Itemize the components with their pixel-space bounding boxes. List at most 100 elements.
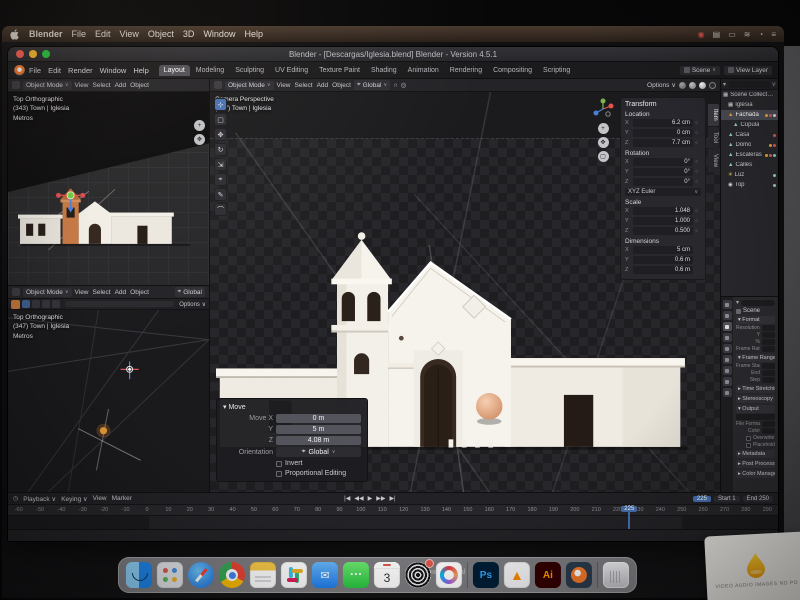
dock-icon-record[interactable]: [405, 562, 431, 588]
viewport-b-menu-object[interactable]: Object: [130, 289, 149, 296]
main-viewport[interactable]: Object Mode∨ ViewSelectAddObject ⌖Global…: [210, 79, 720, 492]
rotation-y-field[interactable]: 0°: [633, 168, 693, 176]
nav-button-icon-1[interactable]: ✥: [598, 137, 609, 148]
badge-dot[interactable]: [765, 114, 768, 117]
section-header-post-processing[interactable]: ▸ Post Processing: [736, 460, 775, 468]
location-x-field[interactable]: 6.2 cm: [633, 119, 693, 127]
lock-icon[interactable]: ○: [695, 169, 701, 175]
workspace-tab-animation[interactable]: Animation: [403, 65, 444, 76]
outliner-item-escaleras[interactable]: ▲Escaleras: [721, 150, 778, 160]
orientation-dropdown[interactable]: ⌖Global∨: [276, 447, 361, 457]
n-panel-tab-tool[interactable]: Tool: [708, 127, 719, 148]
outliner-item-domo[interactable]: ▲Domo: [721, 140, 778, 150]
viewport-b-menu-view[interactable]: View: [75, 289, 89, 296]
move-gizmo[interactable]: [56, 192, 85, 213]
options-dropdown[interactable]: Options ∨: [647, 81, 676, 89]
menubar-item-edit[interactable]: Edit: [95, 29, 111, 39]
toolbar-tool-icon-5[interactable]: ⌖: [214, 173, 227, 186]
toolbar-tool-icon-1[interactable]: ▢: [214, 113, 227, 126]
outliner-item-luz[interactable]: ✳Luz: [721, 170, 778, 180]
menubar-item-object[interactable]: Object: [148, 29, 174, 39]
section-header-format[interactable]: ▾ Format: [736, 316, 775, 324]
dock-icon-chrome[interactable]: [219, 562, 245, 588]
outliner-item-top[interactable]: ◉Top: [721, 180, 778, 190]
toolbar-tool-icon-6[interactable]: ✎: [214, 188, 227, 201]
outliner-item-calles[interactable]: ▲Calles: [721, 160, 778, 170]
filter-icon[interactable]: ▾: [723, 81, 726, 88]
main-viewport-menu-object[interactable]: Object: [332, 82, 351, 89]
move-gizmo[interactable]: [121, 361, 139, 379]
menubar-item-window[interactable]: Window: [203, 29, 235, 39]
properties-tab-object[interactable]: [723, 366, 732, 375]
transport-button-1[interactable]: ◀◀: [354, 495, 363, 502]
mode-selector[interactable]: Object Mode∨: [23, 288, 72, 297]
transform-panel-title[interactable]: Transform: [625, 101, 701, 108]
section-header-time-stretching[interactable]: ▸ Time Stretching: [736, 385, 775, 393]
outliner-item-scene-collection[interactable]: ▦Scene Collection: [721, 90, 778, 100]
dock-icon-launchpad[interactable]: [157, 562, 183, 588]
pan-tool-icon[interactable]: ✥: [194, 134, 205, 145]
navigation-gizmo[interactable]: [592, 98, 614, 120]
scale-x-field[interactable]: 1.048: [633, 207, 693, 215]
dock-icon-vlc[interactable]: ▲: [504, 562, 530, 588]
dim-y-field[interactable]: 0.6 m: [633, 256, 693, 264]
minimize-button[interactable]: [29, 50, 37, 58]
dim-x-field[interactable]: 5 cm: [633, 246, 693, 254]
shading-wireframe-icon[interactable]: [679, 82, 686, 89]
section-header-stereoscopy[interactable]: ▸ Stereoscopy: [736, 395, 775, 403]
rotation-mode-dropdown[interactable]: XYZ Euler∨: [625, 188, 701, 196]
dock-icon-blender[interactable]: [566, 562, 592, 588]
timeline-menu-keying[interactable]: Keying ∨: [61, 495, 87, 503]
viewport-top-left[interactable]: Object Mode∨ ViewSelectAddObject Top Ort…: [8, 79, 209, 286]
lock-icon[interactable]: ○: [695, 208, 701, 214]
badge-dot[interactable]: [769, 114, 772, 117]
badge-dot[interactable]: [773, 134, 776, 137]
property-placeholders[interactable]: Placeholders: [746, 442, 775, 448]
section-header-output[interactable]: ▾ Output: [736, 405, 775, 413]
blender-menu-window[interactable]: Window: [100, 66, 127, 75]
orientation-selector[interactable]: ⌖Global∨: [354, 80, 390, 90]
badge-dot[interactable]: [773, 114, 776, 117]
toolbar-tool-icon-0[interactable]: ⊹: [214, 98, 227, 111]
zoom-tool-icon[interactable]: +: [194, 120, 205, 131]
workspace-tab-layout[interactable]: Layout: [159, 65, 190, 76]
nav-button-icon-2[interactable]: ▢: [598, 151, 609, 162]
dock-icon-safari[interactable]: [188, 562, 214, 588]
badge-dot[interactable]: [773, 144, 776, 147]
main-viewport-canvas[interactable]: Camera Perspective(347) Town | Iglesia ⊹…: [210, 92, 720, 492]
property-field[interactable]: [762, 363, 775, 369]
viewport-b-canvas[interactable]: Top Orthographic(347) Town | IglesiaMetr…: [8, 310, 209, 492]
lock-icon[interactable]: ○: [695, 130, 701, 136]
dock-icon-creative-cloud[interactable]: [436, 562, 462, 588]
dock-icon-messages[interactable]: [343, 562, 369, 588]
viewport-a-canvas[interactable]: Top Orthographic(343) Town | IglesiaMetr…: [8, 92, 209, 285]
workspace-tab-sculpting[interactable]: Sculpting: [230, 65, 269, 76]
badge-dot[interactable]: [773, 154, 776, 157]
editor-type-icon[interactable]: [12, 288, 20, 296]
frame-end-field[interactable]: End 250: [743, 496, 773, 502]
apple-menu-icon[interactable]: [10, 29, 20, 40]
outliner-item-iglesia[interactable]: ▦Iglesia: [721, 100, 778, 110]
transport-button-2[interactable]: ▶: [368, 495, 373, 502]
location-y-field[interactable]: 0 cm: [633, 129, 693, 137]
zoom-button[interactable]: [42, 50, 50, 58]
menubar-item-blender[interactable]: Blender: [29, 29, 63, 39]
blender-menu-file[interactable]: File: [29, 66, 41, 75]
main-viewport-menu-select[interactable]: Select: [295, 82, 313, 89]
menubar-item-view[interactable]: View: [120, 29, 139, 39]
properties-tab-scene[interactable]: [723, 344, 732, 353]
property-field[interactable]: [762, 377, 775, 383]
workspace-tab-rendering[interactable]: Rendering: [445, 65, 487, 76]
badge-dot[interactable]: [765, 154, 768, 157]
workspace-tab-texture-paint[interactable]: Texture Paint: [314, 65, 365, 76]
timeline-menu-view[interactable]: View: [93, 495, 107, 503]
toolbar-tool-icon-3[interactable]: ↻: [214, 143, 227, 156]
proportional-editing-checkbox[interactable]: Proportional Editing: [276, 470, 361, 477]
dock-icon-illustrator[interactable]: Ai: [535, 562, 561, 588]
badge-dot[interactable]: [773, 184, 776, 187]
view-layer-selector[interactable]: View Layer: [724, 66, 772, 75]
active-tool-icon[interactable]: [11, 300, 20, 309]
toolbar-tool-icon-2[interactable]: ✥: [214, 128, 227, 141]
outliner-item-casa[interactable]: ▲Casa: [721, 130, 778, 140]
frame-start-field[interactable]: Start 1: [714, 496, 740, 502]
